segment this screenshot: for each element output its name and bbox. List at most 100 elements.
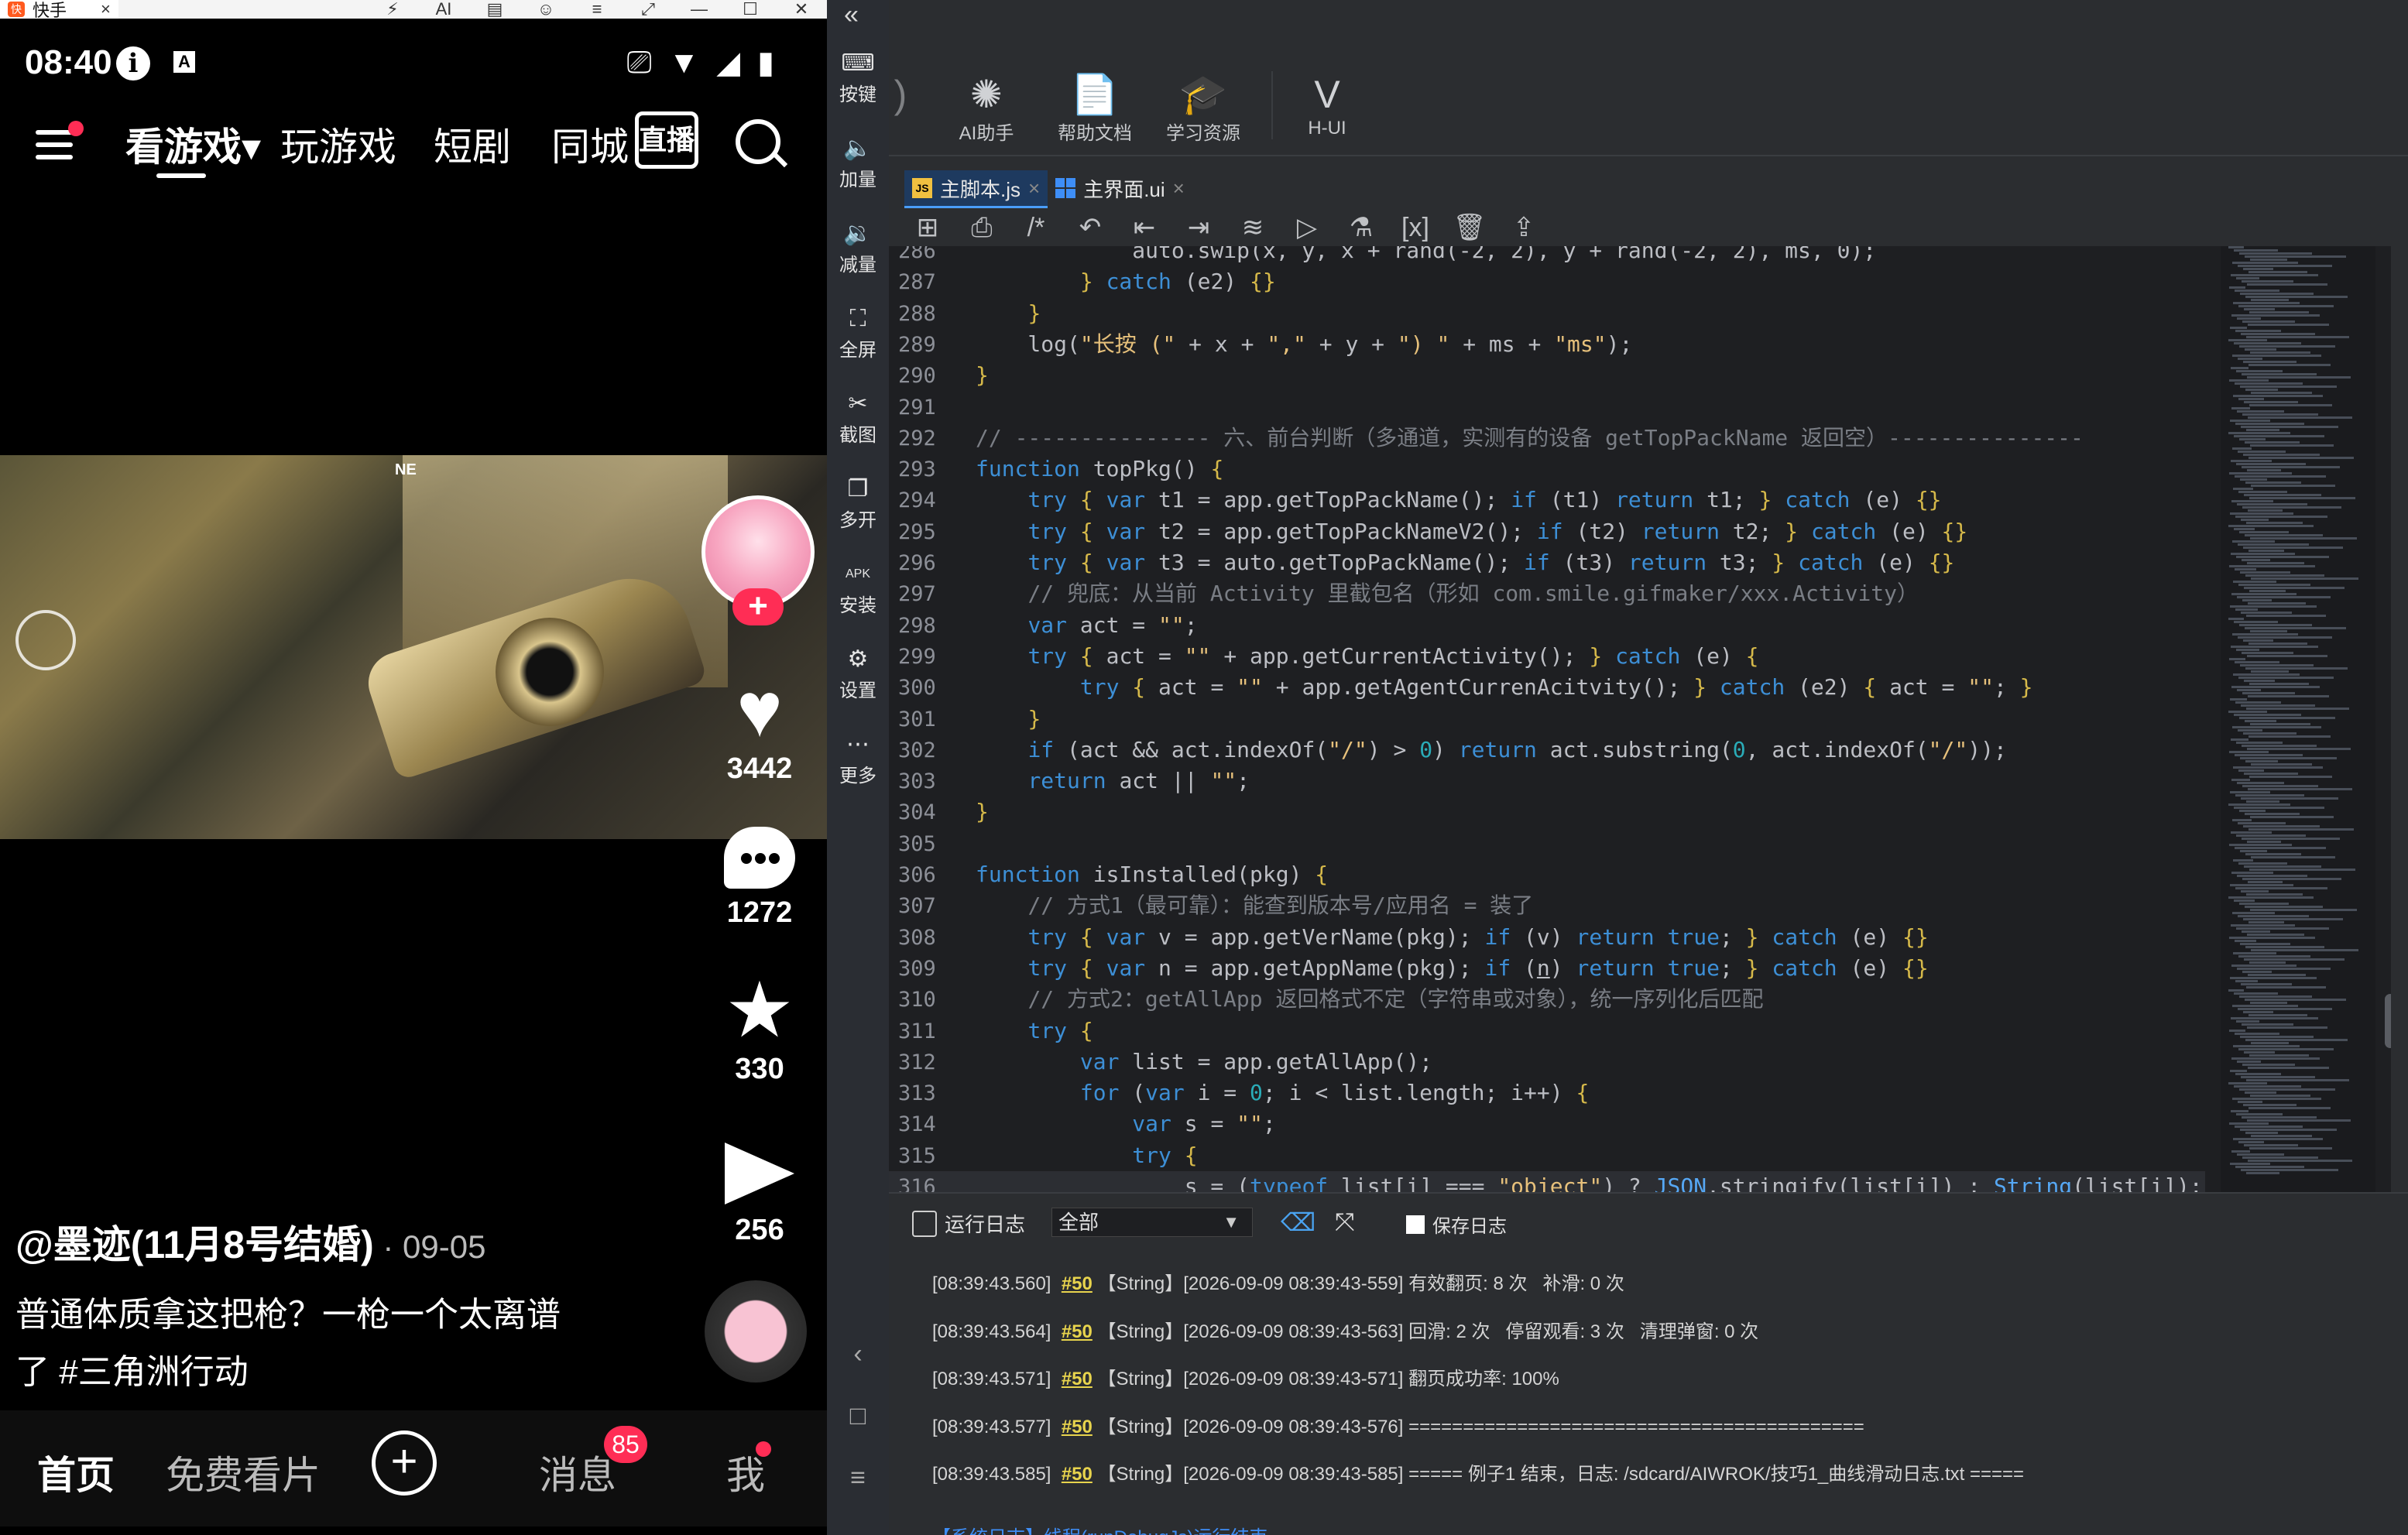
code-line[interactable]: 286 auto.swip(x, y, x + rand(-2, 2), y +… <box>889 246 2205 266</box>
code-line[interactable]: 313 for (var i = 0; i < list.length; i++… <box>889 1078 2205 1108</box>
sidebar-volume-down[interactable]: 🔉 减量 <box>827 218 889 276</box>
save-log-checkbox[interactable]: 保存日志 <box>1406 1211 1507 1238</box>
menu-icon[interactable]: ≡ <box>571 0 623 19</box>
delete-icon[interactable]: 🗑 <box>1451 212 1488 243</box>
code-line[interactable]: 291 <box>889 392 2205 423</box>
code-line[interactable]: 306 function isInstalled(pkg) { <box>889 859 2205 890</box>
sidebar-install[interactable]: APK 安装 <box>827 559 889 617</box>
sidebar-settings[interactable]: ⚙ 设置 <box>827 644 889 702</box>
sidebar-multi-instance[interactable]: ❐ 多开 <box>827 474 889 532</box>
code-line[interactable]: 316 s = (typeof list[i] === "object") ? … <box>889 1171 2205 1192</box>
emulator-tab[interactable]: 快 快手 × <box>0 0 118 20</box>
clear-log-icon[interactable]: ⌫ <box>1281 1208 1315 1237</box>
code-line[interactable]: 307 // 方式1（最可靠）：能查到版本号/应用名 = 装了 <box>889 890 2205 921</box>
code-line[interactable]: 311 try { <box>889 1016 2205 1047</box>
tab-nearby[interactable]: 同城 <box>551 116 629 172</box>
code-line[interactable]: 305 <box>889 828 2205 859</box>
code-line[interactable]: 299 try { act = "" + app.getCurrentActiv… <box>889 641 2205 672</box>
learning-resources-button[interactable]: 🎓 学习资源 <box>1149 71 1257 145</box>
partial-tool[interactable]: ) <box>889 71 912 118</box>
export-log-icon[interactable]: ⤧ <box>1335 1208 1355 1237</box>
live-button[interactable]: 直播 <box>635 111 698 169</box>
code-line[interactable]: 290} <box>889 360 2205 391</box>
nav-free-videos[interactable]: 免费看片 <box>166 1444 321 1500</box>
code-line[interactable]: 315 try { <box>889 1140 2205 1171</box>
sidebar-volume-up[interactable]: 🔈 加量 <box>827 133 889 191</box>
nav-home[interactable]: 首页 <box>37 1444 115 1500</box>
undo-icon[interactable]: ↶ <box>1072 212 1109 243</box>
code-line[interactable]: 301 } <box>889 704 2205 735</box>
format-icon[interactable]: ≋ <box>1234 212 1271 243</box>
code-line[interactable]: 303 return act || ""; <box>889 766 2205 797</box>
code-line[interactable]: 294 try { var t1 = app.getTopPackName();… <box>889 485 2205 516</box>
code-line[interactable]: 310 // 方式2：getAllApp 返回格式不定（字符串或对象），统一序列… <box>889 984 2205 1015</box>
code-line[interactable]: 312 var list = app.getAllApp(); <box>889 1047 2205 1078</box>
code-line[interactable]: 304} <box>889 797 2205 827</box>
music-disc-icon[interactable] <box>705 1280 807 1383</box>
code-minimap[interactable] <box>2221 246 2375 1192</box>
collapse-sidebar-icon[interactable]: « <box>844 0 859 30</box>
video-description-line2[interactable]: 了 #三角洲行动 <box>15 1344 697 1401</box>
tab-main-script[interactable]: JS 主脚本.js × <box>904 170 1048 208</box>
checkbox-box[interactable] <box>1406 1215 1425 1234</box>
help-docs-button[interactable]: 📄 帮助文档 <box>1041 71 1149 145</box>
code-line[interactable]: 309 try { var n = app.getAppName(pkg); i… <box>889 953 2205 984</box>
code-line[interactable]: 300 try { act = "" + app.getAgentCurrenA… <box>889 672 2205 703</box>
android-home-icon[interactable]: □ <box>827 1401 889 1431</box>
code-line[interactable]: 302 if (act && act.indexOf("/") > 0) ret… <box>889 735 2205 766</box>
android-recents-icon[interactable]: ≡ <box>827 1463 889 1493</box>
like-action[interactable]: ♥ 3442 <box>701 667 818 786</box>
close-window-icon[interactable]: ✕ <box>776 0 827 19</box>
editor-scrollbar[interactable] <box>2385 994 2391 1048</box>
upload-icon[interactable]: ⇪ <box>1505 212 1542 243</box>
log-source-link[interactable]: #50 <box>1062 1273 1093 1294</box>
code-line[interactable]: 288 } <box>889 298 2205 329</box>
sidebar-keymap[interactable]: ⌨ 按键 <box>827 48 889 106</box>
code-line[interactable]: 295 try { var t2 = app.getTopPackNameV2(… <box>889 516 2205 547</box>
tab-short-drama[interactable]: 短剧 <box>434 116 511 172</box>
hamburger-menu-icon[interactable] <box>36 121 84 164</box>
share-action[interactable]: 256 <box>701 1127 818 1247</box>
search-icon[interactable] <box>736 119 780 164</box>
code-line[interactable]: 297 // 兜底：从当前 Activity 里截包名（形如 com.smile… <box>889 578 2205 609</box>
resize-icon[interactable]: ⤢ <box>623 0 674 19</box>
tab-play-games[interactable]: 玩游戏 <box>280 116 396 172</box>
variables-icon[interactable]: [x] <box>1397 213 1434 243</box>
favorite-action[interactable]: ★ 330 <box>701 968 818 1086</box>
log-filter-select[interactable]: 全部 ▼ <box>1051 1208 1253 1237</box>
comment-icon[interactable]: /* <box>1017 213 1055 243</box>
close-tab-icon[interactable]: × <box>1028 176 1040 200</box>
print-icon[interactable]: ⎙ <box>963 213 1000 243</box>
code-line[interactable]: 292 // --------------- 六、前台判断（多通道，实测有的设备 … <box>889 423 2205 454</box>
code-line[interactable]: 289 log("长按 (" + x + "," + y + ") " + ms… <box>889 329 2205 360</box>
android-back-icon[interactable]: ‹ <box>827 1339 889 1369</box>
indent-icon[interactable]: ⇥ <box>1180 212 1217 243</box>
nav-messages[interactable]: 消息 <box>539 1444 616 1500</box>
maximize-icon[interactable]: ☐ <box>725 0 776 19</box>
sidebar-screenshot[interactable]: ✂ 截图 <box>827 389 889 447</box>
log-source-link[interactable]: #50 <box>1062 1464 1093 1485</box>
tab-main-ui[interactable]: 主界面.ui × <box>1048 170 1192 206</box>
code-line[interactable]: 296 try { var t3 = auto.getTopPackName()… <box>889 547 2205 578</box>
sidebar-fullscreen[interactable]: ⛶ 全屏 <box>827 303 889 361</box>
code-line[interactable]: 298 var act = ""; <box>889 610 2205 641</box>
run-icon[interactable]: ▷ <box>1288 212 1326 243</box>
author-name[interactable]: @墨迹(11月8号结婚) <box>15 1223 374 1266</box>
code-line[interactable]: 314 var s = ""; <box>889 1108 2205 1139</box>
code-editor[interactable]: 286 auto.swip(x, y, x + rand(-2, 2), y +… <box>889 246 2391 1192</box>
close-tab-icon[interactable]: × <box>1173 176 1185 200</box>
code-line[interactable]: 287 } catch (e2) {} <box>889 266 2205 297</box>
log-output[interactable]: [08:39:43.560] #50 【String】[2026-09-09 0… <box>889 1251 2408 1535</box>
close-tab-icon[interactable]: × <box>101 0 111 19</box>
boost-icon[interactable]: ⚡ <box>367 0 418 19</box>
account-icon[interactable]: ☺ <box>520 0 571 19</box>
ai-assistant-button[interactable]: ✺ AI助手 <box>932 71 1041 145</box>
comment-action[interactable]: 1272 <box>701 821 818 930</box>
log-source-link[interactable]: #50 <box>1062 1417 1093 1437</box>
minimize-icon[interactable]: — <box>674 0 725 19</box>
log-source-link[interactable]: #50 <box>1062 1369 1093 1389</box>
code-line[interactable]: 308 try { var v = app.getVerName(pkg); i… <box>889 922 2205 953</box>
log-source-link[interactable]: #50 <box>1062 1321 1093 1342</box>
ai-icon[interactable]: AI <box>418 0 469 19</box>
store-icon[interactable]: ▤ <box>469 0 520 19</box>
